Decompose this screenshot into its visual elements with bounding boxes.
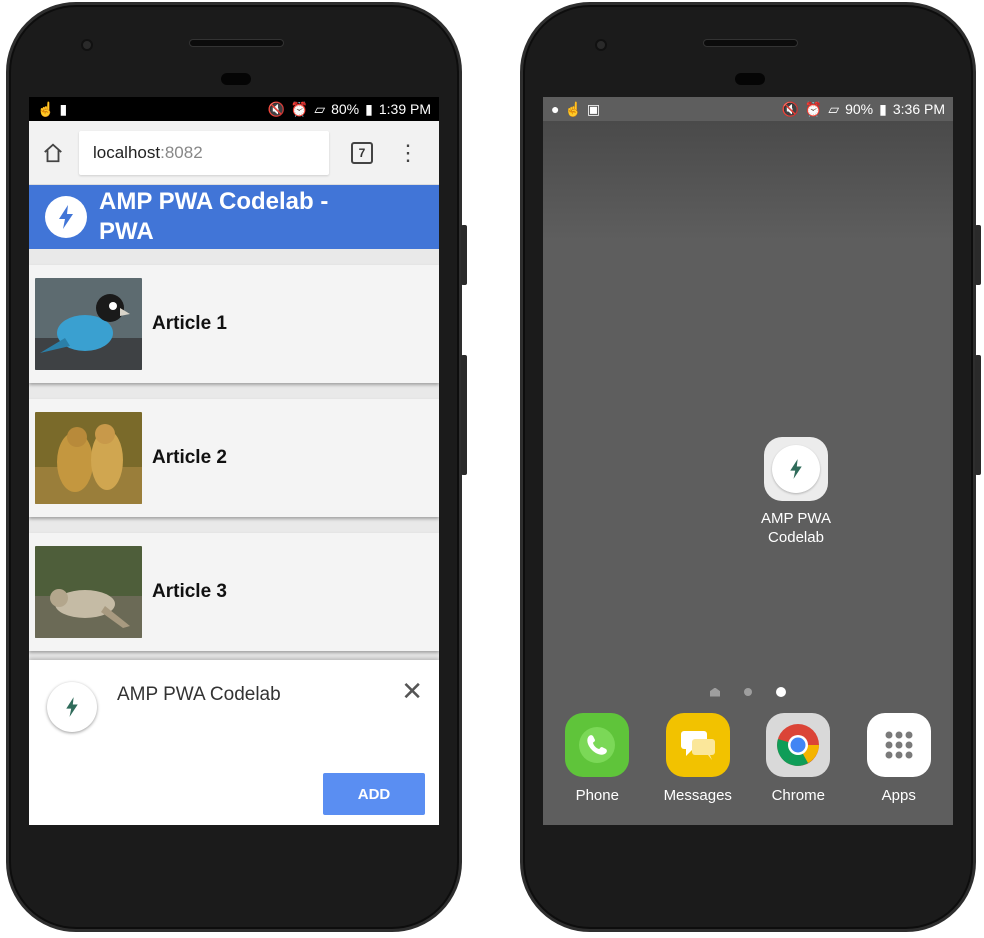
tab-switcher-button[interactable]: 7	[351, 141, 373, 164]
address-bar[interactable]: localhost:8082	[79, 130, 329, 175]
apps-grid-icon	[866, 713, 931, 777]
chrome-icon	[766, 713, 831, 777]
wallpaper-shade	[543, 121, 953, 241]
article-title: Article 1	[152, 313, 227, 334]
signal-icon: ▱	[828, 100, 840, 117]
url-port: :8082	[160, 142, 203, 162]
browser-toolbar: localhost:8082 7 ⋮	[29, 121, 439, 185]
home-icon	[44, 143, 62, 162]
front-camera	[81, 39, 93, 51]
dock-item-messages[interactable]: Messages	[653, 713, 743, 804]
article-card[interactable]: Article 1	[29, 265, 439, 383]
shortcut-label: AMP PWA Codelab	[761, 509, 831, 547]
dock-item-apps[interactable]: Apps	[854, 713, 944, 804]
article-thumbnail-sloth	[35, 546, 142, 638]
page-dot[interactable]	[744, 688, 752, 696]
messenger-icon: ●	[551, 101, 560, 117]
volume-button	[461, 225, 467, 285]
alarm-icon: ⏰	[804, 100, 823, 117]
shortcut-label-line2: Codelab	[768, 529, 824, 546]
add-to-homescreen-banner: AMP PWA Codelab ✕ ADD	[29, 660, 439, 825]
page-dot-active[interactable]	[776, 687, 786, 697]
chat-icon: ▮	[59, 100, 68, 117]
mute-icon: 🔇	[267, 100, 285, 117]
proximity-sensor	[735, 73, 765, 85]
clock: 1:39 PM	[378, 101, 431, 117]
status-bar: ● ☝ ▣ 🔇 ⏰ ▱ 90% ▮ 3:36 PM	[543, 97, 953, 121]
article-card[interactable]: Article 2	[29, 399, 439, 517]
close-icon[interactable]: ✕	[401, 678, 423, 704]
clock: 3:36 PM	[892, 101, 945, 117]
article-thumbnail-bird	[35, 278, 142, 370]
status-bar: ☝ ▮ 🔇 ⏰ ▱ 80% ▮ 1:39 PM	[29, 97, 439, 121]
dock-label: Apps	[881, 787, 916, 804]
earpiece-speaker	[703, 39, 798, 47]
touch-icon: ☝	[37, 100, 55, 117]
amp-pwa-shortcut[interactable]: AMP PWA Codelab	[761, 437, 831, 547]
app-header: AMP PWA Codelab - PWA	[29, 185, 439, 249]
article-title: Article 2	[152, 447, 227, 468]
proximity-sensor	[221, 73, 251, 85]
amp-logo-icon	[45, 196, 87, 238]
url-host: localhost	[93, 142, 161, 162]
page-title: AMP PWA Codelab - PWA	[99, 188, 329, 245]
banner-app-name: AMP PWA Codelab	[117, 684, 281, 705]
article-title: Article 3	[152, 581, 227, 602]
page-indicator	[543, 687, 953, 697]
article-card[interactable]: Article 3	[29, 533, 439, 651]
image-icon: ▣	[586, 100, 601, 117]
front-camera	[595, 39, 607, 51]
volume-button	[975, 225, 981, 285]
dock-item-phone[interactable]: Phone	[552, 713, 642, 804]
phone-right: ● ☝ ▣ 🔇 ⏰ ▱ 90% ▮ 3:36 PM AMP PWA Codela…	[520, 2, 981, 932]
phone-left: ☝ ▮ 🔇 ⏰ ▱ 80% ▮ 1:39 PM localhost:8082 7…	[6, 2, 467, 932]
amp-shortcut-icon	[764, 437, 828, 501]
homescreen: ● ☝ ▣ 🔇 ⏰ ▱ 90% ▮ 3:36 PM AMP PWA Codela…	[543, 97, 953, 825]
dock-label: Phone	[575, 787, 619, 804]
phone-icon	[565, 713, 630, 777]
add-button[interactable]: ADD	[323, 773, 425, 815]
banner-app-icon	[47, 682, 97, 732]
dock-label: Chrome	[771, 787, 825, 804]
battery-percent: 80%	[331, 101, 360, 117]
mute-icon: 🔇	[781, 100, 799, 117]
power-button	[975, 355, 981, 475]
messages-icon	[665, 713, 730, 777]
home-button[interactable]	[37, 137, 69, 169]
signal-icon: ▱	[314, 100, 326, 117]
battery-percent: 90%	[845, 101, 874, 117]
battery-icon: ▮	[365, 100, 373, 117]
home-page-dot-icon[interactable]	[710, 687, 720, 697]
earpiece-speaker	[189, 39, 284, 47]
touch-icon: ☝	[564, 100, 582, 117]
browser-screen: ☝ ▮ 🔇 ⏰ ▱ 80% ▮ 1:39 PM localhost:8082 7…	[29, 97, 439, 825]
alarm-icon: ⏰	[290, 100, 309, 117]
app-dock: Phone Messages Chrome Apps	[543, 713, 953, 804]
dock-label: Messages	[663, 787, 732, 804]
dock-item-chrome[interactable]: Chrome	[753, 713, 843, 804]
overflow-menu-icon[interactable]: ⋮	[397, 141, 419, 164]
article-thumbnail-cheetahs	[35, 412, 142, 504]
power-button	[461, 355, 467, 475]
battery-icon: ▮	[879, 100, 887, 117]
shortcut-label-line1: AMP PWA	[761, 510, 832, 527]
